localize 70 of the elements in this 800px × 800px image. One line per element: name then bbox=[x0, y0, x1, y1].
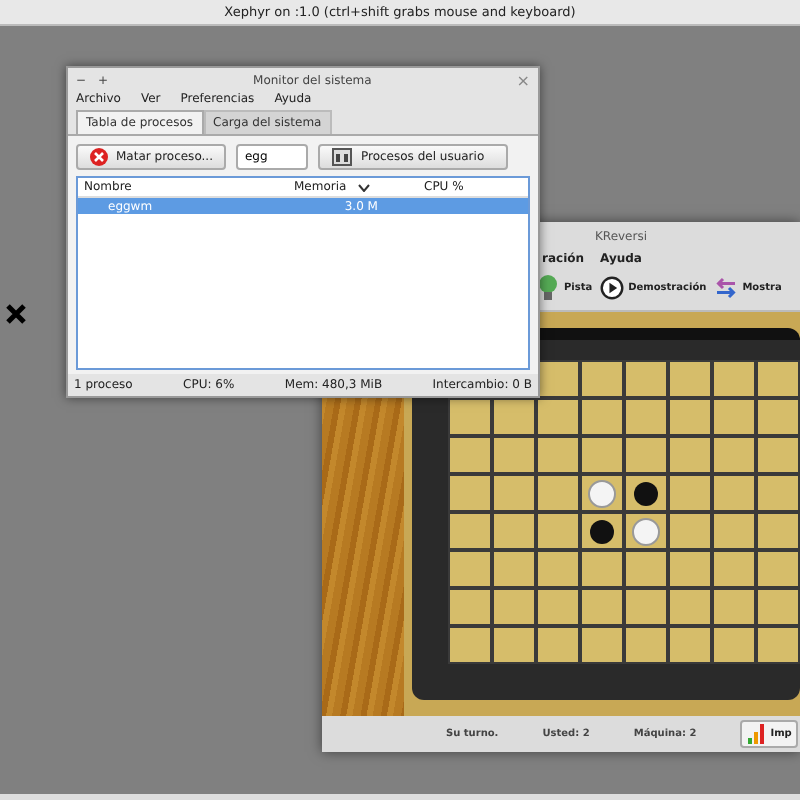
board-square[interactable] bbox=[756, 512, 800, 550]
board-square[interactable] bbox=[448, 626, 492, 664]
board-square[interactable] bbox=[536, 474, 580, 512]
board-square[interactable] bbox=[580, 474, 624, 512]
board-square[interactable] bbox=[448, 588, 492, 626]
board-square[interactable] bbox=[756, 588, 800, 626]
board-square[interactable] bbox=[756, 360, 800, 398]
board-square[interactable] bbox=[580, 588, 624, 626]
board-square[interactable] bbox=[448, 550, 492, 588]
board-square[interactable] bbox=[624, 512, 668, 550]
board-square[interactable] bbox=[756, 436, 800, 474]
stop-icon bbox=[90, 148, 108, 166]
board-square[interactable] bbox=[668, 550, 712, 588]
board-square[interactable] bbox=[624, 474, 668, 512]
board-square[interactable] bbox=[712, 474, 756, 512]
board-square[interactable] bbox=[756, 398, 800, 436]
board-square[interactable] bbox=[756, 474, 800, 512]
board-square[interactable] bbox=[536, 398, 580, 436]
board-square[interactable] bbox=[448, 474, 492, 512]
board-square[interactable] bbox=[668, 474, 712, 512]
board-square[interactable] bbox=[668, 436, 712, 474]
board-square[interactable] bbox=[580, 398, 624, 436]
board-square[interactable] bbox=[712, 360, 756, 398]
users-icon bbox=[332, 148, 353, 166]
board-square[interactable] bbox=[668, 588, 712, 626]
board-square[interactable] bbox=[448, 398, 492, 436]
board-square[interactable] bbox=[580, 512, 624, 550]
board-square[interactable] bbox=[624, 398, 668, 436]
board-square[interactable] bbox=[624, 360, 668, 398]
board-square[interactable] bbox=[712, 512, 756, 550]
board-square[interactable] bbox=[624, 436, 668, 474]
board-square[interactable] bbox=[536, 550, 580, 588]
board-square[interactable] bbox=[580, 360, 624, 398]
board-square[interactable] bbox=[712, 626, 756, 664]
board-square[interactable] bbox=[536, 436, 580, 474]
board-square[interactable] bbox=[580, 436, 624, 474]
board-square[interactable] bbox=[668, 360, 712, 398]
board-square[interactable] bbox=[492, 398, 536, 436]
board-square[interactable] bbox=[668, 512, 712, 550]
board-square[interactable] bbox=[712, 550, 756, 588]
sort-caret-icon bbox=[358, 183, 371, 191]
play-icon bbox=[600, 274, 625, 302]
board-square[interactable] bbox=[668, 626, 712, 664]
board-square[interactable] bbox=[580, 626, 624, 664]
board-square[interactable] bbox=[756, 550, 800, 588]
board-square[interactable] bbox=[756, 626, 800, 664]
board-square[interactable] bbox=[624, 626, 668, 664]
board-square[interactable] bbox=[448, 512, 492, 550]
board-square[interactable] bbox=[536, 588, 580, 626]
board-square[interactable] bbox=[492, 550, 536, 588]
board-square[interactable] bbox=[536, 512, 580, 550]
lightbulb-icon bbox=[536, 274, 560, 302]
board-square[interactable] bbox=[624, 550, 668, 588]
swap-arrows-icon bbox=[714, 274, 739, 302]
board-square[interactable] bbox=[536, 360, 580, 398]
board-square[interactable] bbox=[448, 436, 492, 474]
bar-chart-icon bbox=[746, 724, 767, 744]
x-cursor-icon bbox=[6, 304, 26, 324]
board-square[interactable] bbox=[492, 512, 536, 550]
board-square[interactable] bbox=[492, 626, 536, 664]
board-square[interactable] bbox=[668, 398, 712, 436]
board-square[interactable] bbox=[624, 588, 668, 626]
board-square[interactable] bbox=[712, 398, 756, 436]
board-square[interactable] bbox=[492, 588, 536, 626]
board-square[interactable] bbox=[712, 588, 756, 626]
board-square[interactable] bbox=[492, 474, 536, 512]
board-square[interactable] bbox=[580, 550, 624, 588]
board-square[interactable] bbox=[712, 436, 756, 474]
board-square[interactable] bbox=[536, 626, 580, 664]
board-square[interactable] bbox=[492, 436, 536, 474]
